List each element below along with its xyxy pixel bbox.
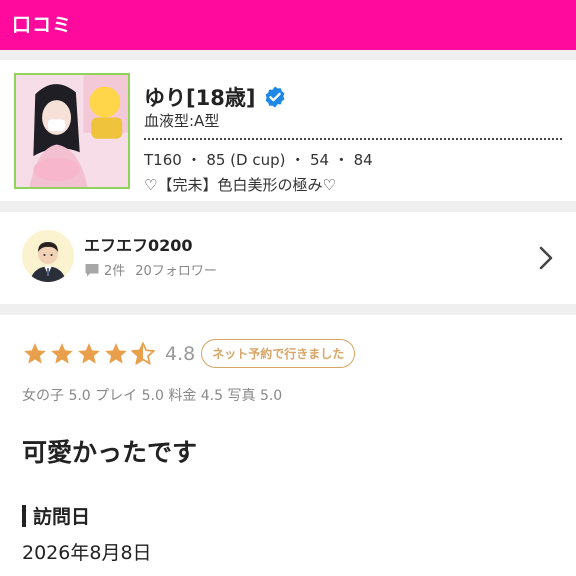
user-avatar-icon bbox=[22, 230, 74, 282]
heading-bar bbox=[22, 504, 26, 527]
profile-photo-image bbox=[16, 75, 128, 187]
header-title: 口コミ bbox=[12, 14, 73, 36]
profile-photo[interactable] bbox=[14, 73, 130, 189]
review-card: 4.8 ネット予約で行きました 女の子 5.0 プレイ 5.0 料金 4.5 写… bbox=[0, 315, 576, 576]
profile-name: ゆり[18歳] bbox=[144, 86, 256, 110]
comment-icon bbox=[84, 262, 100, 278]
profile-name-row: ゆり[18歳] bbox=[144, 82, 287, 112]
rating-value: 4.8 bbox=[165, 342, 196, 365]
visit-date-heading: 訪問日 bbox=[22, 502, 90, 529]
catchphrase: ♡【完未】色白美形の極み♡ bbox=[144, 176, 336, 194]
dotted-divider bbox=[144, 138, 562, 140]
rating-row: 4.8 ネット予約で行きました bbox=[22, 339, 356, 368]
follower-count: 20フォロワー bbox=[135, 264, 217, 279]
chevron-right-icon[interactable] bbox=[538, 245, 554, 271]
review-count: 2件 bbox=[104, 264, 126, 279]
profile-card[interactable]: ゆり[18歳] 血液型:A型 T160 ・ 85 (D cup) ・ 54 ・ … bbox=[0, 60, 576, 201]
star-icon bbox=[76, 341, 102, 367]
reviewer-name[interactable]: エフエフ0200 bbox=[84, 232, 193, 256]
star-icon bbox=[49, 341, 75, 367]
star-icon bbox=[103, 341, 129, 367]
category-scores: 女の子 5.0 プレイ 5.0 料金 4.5 写真 5.0 bbox=[22, 388, 283, 404]
star-icon bbox=[22, 341, 48, 367]
booking-badge: ネット予約で行きました bbox=[201, 339, 356, 368]
verified-check-icon bbox=[263, 85, 287, 109]
body-stats: T160 ・ 85 (D cup) ・ 54 ・ 84 bbox=[144, 151, 373, 169]
half-star-icon bbox=[130, 341, 156, 367]
app-header: 口コミ bbox=[0, 0, 576, 50]
reviewer-meta: 2件 20フォロワー bbox=[84, 260, 217, 279]
blood-type: 血液型:A型 bbox=[144, 112, 220, 130]
reviewer-card[interactable]: エフエフ0200 2件 20フォロワー bbox=[0, 212, 576, 304]
visit-date-label: 訪問日 bbox=[33, 506, 91, 528]
review-title: 可愛かったです bbox=[22, 438, 198, 467]
visit-date: 2026年8月8日 bbox=[22, 542, 152, 564]
